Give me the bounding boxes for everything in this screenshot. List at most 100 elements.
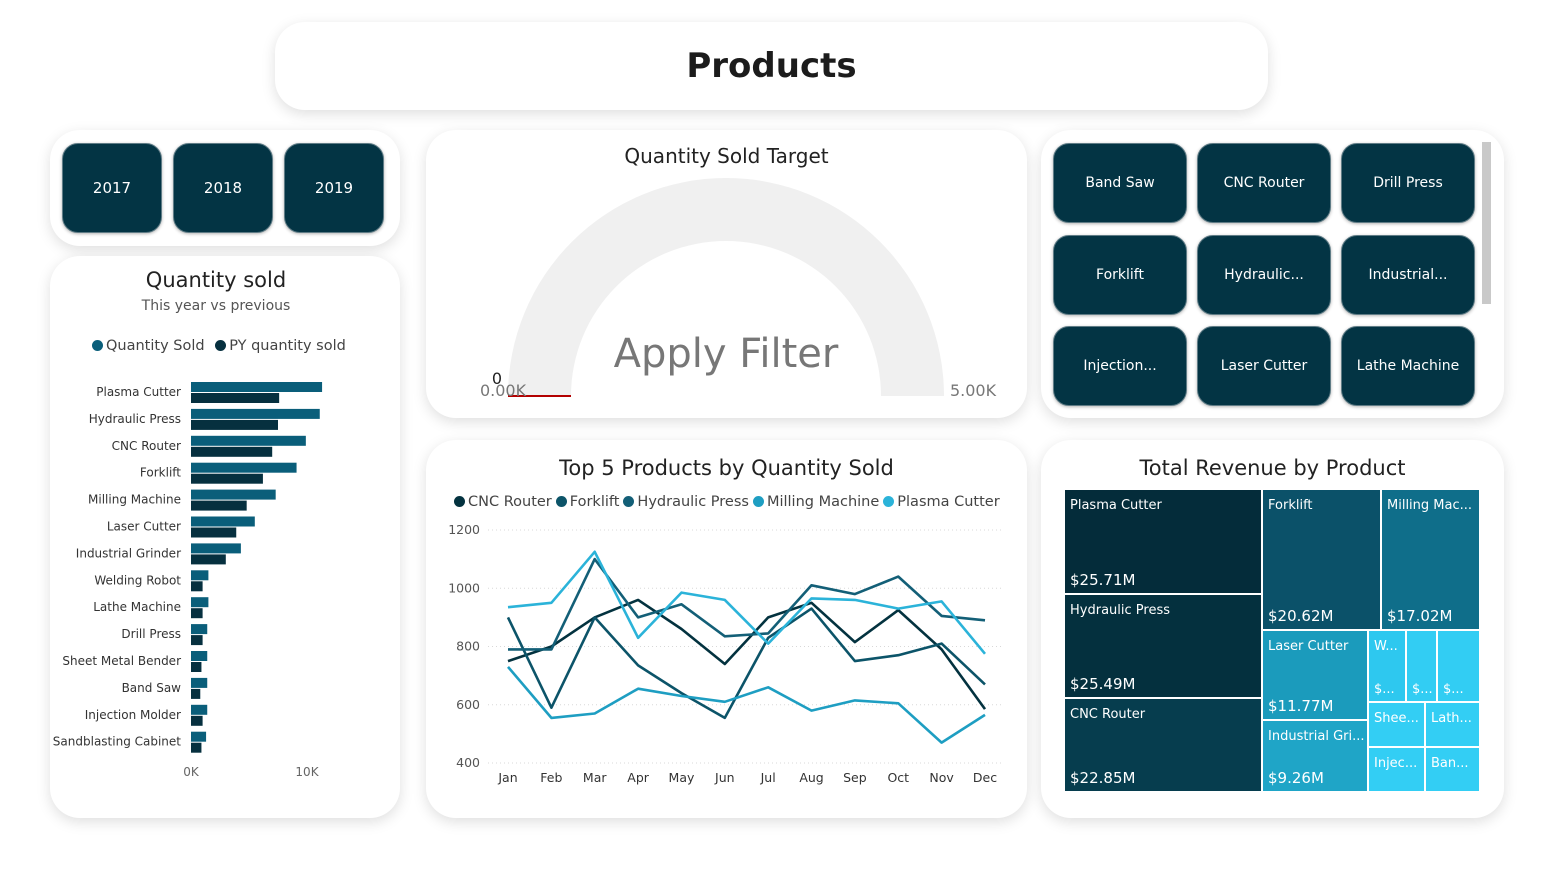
treemap-cell[interactable]: Ban... (1426, 748, 1481, 793)
bar-py-quantity-sold[interactable] (191, 500, 247, 511)
bar-quantity-sold[interactable] (191, 543, 241, 554)
treemap-cell-label: Plasma Cutter (1070, 498, 1162, 513)
line-chart: 400 600 800 1000 1200 Jan Feb Mar Apr May Jun Jul Au… (448, 522, 1001, 785)
bar-quantity-sold[interactable] (191, 597, 209, 608)
bar-quantity-sold[interactable] (191, 651, 208, 661)
treemap-cell[interactable]: W... $... (1369, 631, 1407, 703)
revenue-panel: Total Revenue by Product Plasma Cutter $2… (1041, 440, 1504, 818)
treemap-cell[interactable]: Shee... (1369, 703, 1426, 748)
treemap-chart: Plasma Cutter $25.71M Hydraulic Press $25.4… (1065, 490, 1481, 793)
treemap-cell[interactable]: Forklift $20.62M (1263, 490, 1382, 631)
treemap-cell-label: Milling Mac... (1387, 498, 1473, 513)
gauge-chart: Apply Filter 0.00K 5.00K 0 (480, 178, 997, 400)
bar-category-label: Forklift (140, 466, 181, 480)
bar-quantity-sold[interactable] (191, 677, 208, 688)
bar-py-quantity-sold[interactable] (191, 446, 273, 457)
legend-item-cnc-router[interactable]: CNC Router (454, 494, 552, 510)
treemap-cell[interactable]: Plasma Cutter $25.71M (1065, 490, 1263, 595)
product-button-injection[interactable]: Injection... (1053, 326, 1187, 406)
bar-chart-legend: Quantity Sold PY quantity sold (92, 338, 352, 354)
product-button-laser-cutter[interactable]: Laser Cutter (1197, 326, 1331, 406)
bar-quantity-sold[interactable] (191, 489, 276, 500)
treemap-cell[interactable]: Industrial Gri... $9.26M (1263, 721, 1369, 793)
legend-item-milling-machine[interactable]: Milling Machine (752, 494, 880, 510)
bar-quantity-sold[interactable] (191, 462, 297, 473)
bar-py-quantity-sold[interactable] (191, 688, 201, 699)
bar-quantity-sold[interactable] (191, 382, 323, 392)
treemap-cell[interactable]: Lath... (1426, 703, 1481, 748)
legend-item-py-quantity-sold[interactable]: PY quantity sold (215, 338, 346, 354)
product-button-forklift[interactable]: Forklift (1053, 234, 1187, 315)
bar-quantity-sold[interactable] (191, 731, 207, 742)
bar-py-quantity-sold[interactable] (191, 393, 280, 403)
legend-item-forklift[interactable]: Forklift (555, 494, 619, 510)
bar-quantity-sold[interactable] (191, 704, 208, 715)
treemap-cell-label: Shee... (1374, 711, 1419, 726)
legend-label: CNC Router (468, 494, 552, 510)
legend-label: Milling Machine (766, 494, 880, 510)
treemap-cell-value: $17.02M (1387, 607, 1453, 625)
bar-py-quantity-sold[interactable] (191, 473, 263, 484)
year-button-2017[interactable]: 2017 (62, 143, 162, 233)
treemap-cell[interactable]: Injec... (1369, 748, 1426, 793)
slicer-scrollbar[interactable] (1482, 142, 1491, 304)
bar-x-tick-label: 10K (295, 765, 319, 779)
line-series-plasma-cutter[interactable] (507, 550, 987, 655)
product-button-hydraulic[interactable]: Hydraulic... (1197, 234, 1331, 315)
legend-item-plasma-cutter[interactable]: Plasma Cutter (883, 494, 1000, 510)
legend-dot-icon (92, 340, 103, 351)
line-series-cnc-router[interactable] (507, 598, 987, 710)
legend-item-hydraulic-press[interactable]: Hydraulic Press (623, 494, 749, 510)
product-button-cnc-router[interactable]: CNC Router (1197, 143, 1331, 223)
bar-py-quantity-sold[interactable] (191, 419, 278, 430)
year-button-2018[interactable]: 2018 (173, 143, 273, 233)
bar-category-label: Welding Robot (94, 573, 181, 587)
bar-category-label: Sheet Metal Bender (62, 654, 181, 668)
bar-quantity-sold[interactable] (191, 408, 320, 419)
treemap-cell-label: Hydraulic Press (1070, 603, 1170, 618)
bar-py-quantity-sold[interactable] (191, 742, 202, 753)
product-button-drill-press[interactable]: Drill Press (1341, 143, 1475, 223)
line-x-tick-label: Oct (887, 770, 909, 785)
bar-category-label: Laser Cutter (107, 520, 181, 534)
bar-quantity-sold[interactable] (191, 435, 306, 446)
year-button-2019[interactable]: 2019 (284, 143, 384, 233)
treemap-cell-value: $22.85M (1070, 769, 1136, 787)
bar-chart-subtitle: This year vs previous (141, 298, 291, 314)
product-button-industrial[interactable]: Industrial... (1341, 234, 1475, 315)
treemap-cell[interactable]: Milling Mac... $17.02M (1382, 490, 1481, 631)
treemap-cell[interactable]: Laser Cutter $11.77M (1263, 631, 1369, 721)
bar-py-quantity-sold[interactable] (191, 715, 203, 726)
bar-category-label: Band Saw (122, 681, 182, 695)
bar-quantity-sold[interactable] (191, 624, 208, 635)
gauge-value-label: 0 (492, 369, 502, 388)
treemap-cell-label: Ban... (1431, 756, 1469, 771)
product-button-band-saw[interactable]: Band Saw (1053, 143, 1187, 223)
line-x-tick-label: Mar (583, 770, 607, 785)
bar-py-quantity-sold[interactable] (191, 608, 203, 619)
treemap-cell-label: Forklift (1268, 498, 1313, 513)
bar-category-label: Lathe Machine (93, 600, 181, 614)
line-y-tick-label: 600 (456, 697, 480, 712)
line-x-tick-label: Sep (843, 770, 867, 785)
legend-item-quantity-sold[interactable]: Quantity Sold (92, 338, 205, 354)
product-button-lathe-machine[interactable]: Lathe Machine (1341, 326, 1475, 406)
treemap-cell[interactable]: $... (1407, 631, 1438, 703)
bar-quantity-sold[interactable] (191, 570, 209, 581)
legend-dot-icon (454, 496, 465, 507)
treemap-cell[interactable]: Hydraulic Press $25.49M (1065, 595, 1263, 699)
bar-py-quantity-sold[interactable] (191, 635, 203, 646)
bar-py-quantity-sold[interactable] (191, 662, 202, 672)
legend-dot-icon (752, 496, 764, 507)
line-chart-title: Top 5 Products by Quantity Sold (559, 456, 894, 480)
line-series-hydraulic-press[interactable] (508, 557, 986, 651)
bar-py-quantity-sold[interactable] (191, 581, 203, 592)
treemap-cell[interactable]: $... (1438, 631, 1481, 703)
bar-py-quantity-sold[interactable] (191, 554, 226, 565)
bar-quantity-sold[interactable] (191, 516, 255, 527)
line-y-tick-label: 400 (456, 755, 480, 770)
line-y-tick-label: 800 (456, 639, 480, 654)
bar-py-quantity-sold[interactable] (191, 527, 237, 538)
gauge-min-label: 0.00K (480, 381, 527, 400)
treemap-cell[interactable]: CNC Router $22.85M (1065, 699, 1263, 793)
